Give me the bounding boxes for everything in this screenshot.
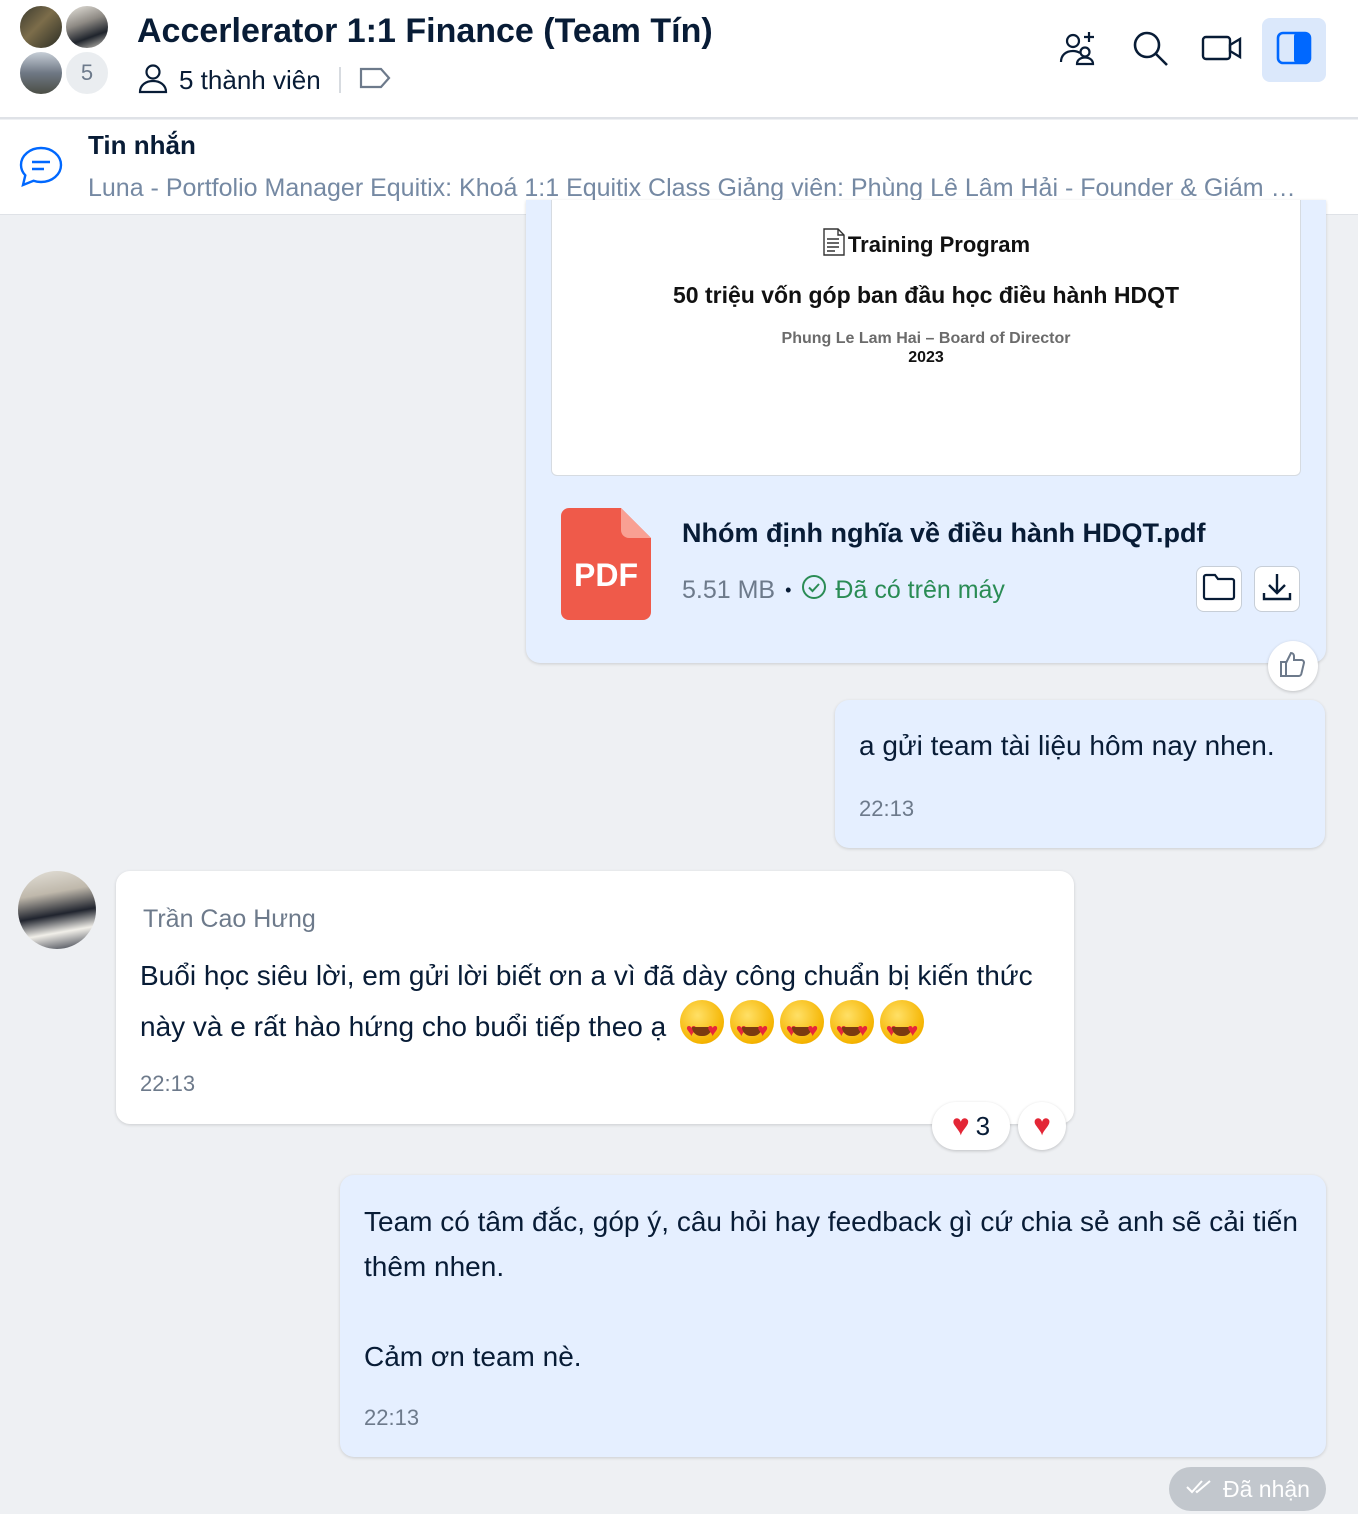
heart-icon: ♥ xyxy=(951,1109,970,1142)
file-name[interactable]: Nhóm định nghĩa về điều hành HDQT.pdf xyxy=(682,518,1205,549)
divider xyxy=(338,67,341,93)
download-button[interactable] xyxy=(1254,566,1300,612)
double-check-icon xyxy=(1185,1476,1213,1503)
open-folder-button[interactable] xyxy=(1196,566,1242,612)
check-circle-icon xyxy=(801,574,827,607)
sidebar-toggle-button[interactable] xyxy=(1262,18,1326,82)
sidebar-toggle-icon xyxy=(1274,28,1314,73)
heart-eyes-emoji-icon xyxy=(780,1000,825,1055)
add-member-button[interactable] xyxy=(1046,18,1110,82)
pinned-text: Luna - Portfolio Manager Equitix: Khoá 1… xyxy=(88,174,1308,202)
preview-subtitle: 50 triệu vốn góp ban đầu học điều hành H… xyxy=(672,282,1180,308)
member-avatar xyxy=(64,4,110,50)
heart-eyes-emoji-icon xyxy=(880,1000,925,1055)
user-icon xyxy=(137,62,169,99)
search-icon xyxy=(1130,28,1170,73)
preview-author: Phung Le Lam Hai – Board of Director xyxy=(781,330,1071,347)
heart-eyes-emoji-icon xyxy=(680,1000,725,1055)
heart-eyes-emoji-icon xyxy=(830,1000,875,1055)
message-time: 22:13 xyxy=(364,1405,420,1430)
message-bubble[interactable]: a gửi team tài liệu hôm nay nhen. 22:13 xyxy=(835,700,1325,848)
heart-react-button[interactable]: ♥ xyxy=(1018,1102,1066,1150)
meta-separator: • xyxy=(785,580,792,600)
download-icon xyxy=(1261,571,1293,608)
member-avatar xyxy=(18,50,64,96)
emoji-row xyxy=(674,1000,925,1055)
document-icon xyxy=(822,228,846,262)
reaction-count: 3 xyxy=(975,1110,991,1141)
message-time: 22:13 xyxy=(140,1071,196,1096)
group-avatar[interactable]: 5 xyxy=(18,4,112,98)
group-title[interactable]: Accerlerator 1:1 Finance (Team Tín) xyxy=(137,12,713,51)
video-call-button[interactable] xyxy=(1190,18,1254,82)
message-text-block: Buổi học siêu lời, em gửi lời biết ơn a … xyxy=(140,951,1050,1055)
pdf-preview[interactable]: Training Program 50 triệu vốn góp ban đầ… xyxy=(551,200,1301,476)
pdf-label: PDF xyxy=(574,557,638,593)
preview-title: Training Program xyxy=(847,232,1031,257)
message-text-block: Team có tâm đắc, góp ý, câu hỏi hay feed… xyxy=(364,1199,1309,1379)
download-status: Đã có trên máy xyxy=(835,576,1005,604)
search-button[interactable] xyxy=(1118,18,1182,82)
video-call-icon xyxy=(1201,28,1243,73)
message-text: a gửi team tài liệu hôm nay nhen. xyxy=(859,730,1275,761)
preview-year: 2023 xyxy=(908,349,944,366)
chat-bubble-icon xyxy=(18,144,64,195)
member-overflow-count: 5 xyxy=(64,50,110,96)
reaction-summary[interactable]: ♥ 3 xyxy=(932,1102,1010,1150)
add-member-icon xyxy=(1058,28,1098,73)
message-bubble[interactable]: Trần Cao Hưng Buổi học siêu lời, em gửi … xyxy=(116,871,1074,1124)
member-count[interactable]: 5 thành viên xyxy=(179,65,321,96)
message-text: Cảm ơn team nè. xyxy=(364,1341,582,1372)
sender-name: Trần Cao Hưng xyxy=(143,905,316,933)
message-bubble[interactable]: Team có tâm đắc, góp ý, câu hỏi hay feed… xyxy=(340,1175,1326,1457)
message-time: 22:13 xyxy=(859,796,915,821)
received-status: Đã nhận xyxy=(1223,1475,1310,1502)
file-message[interactable]: Training Program 50 triệu vốn góp ban đầ… xyxy=(526,200,1326,663)
file-size: 5.51 MB xyxy=(682,576,776,604)
pinned-label: Tin nhắn xyxy=(88,130,196,160)
heart-icon: ♥ xyxy=(1033,1109,1051,1142)
folder-icon xyxy=(1202,572,1236,607)
pdf-file-icon: PDF xyxy=(561,508,651,620)
member-avatar xyxy=(18,4,64,50)
thumbs-up-icon xyxy=(1278,649,1308,684)
chat-header: 5 Accerlerator 1:1 Finance (Team Tín) 5 … xyxy=(0,0,1358,119)
message-text: Team có tâm đắc, góp ý, câu hỏi hay feed… xyxy=(364,1206,1298,1282)
tag-icon[interactable] xyxy=(359,66,391,95)
heart-eyes-emoji-icon xyxy=(730,1000,775,1055)
received-status-badge: Đã nhận xyxy=(1169,1467,1326,1511)
react-button[interactable] xyxy=(1268,641,1318,691)
sender-avatar[interactable] xyxy=(18,871,96,949)
